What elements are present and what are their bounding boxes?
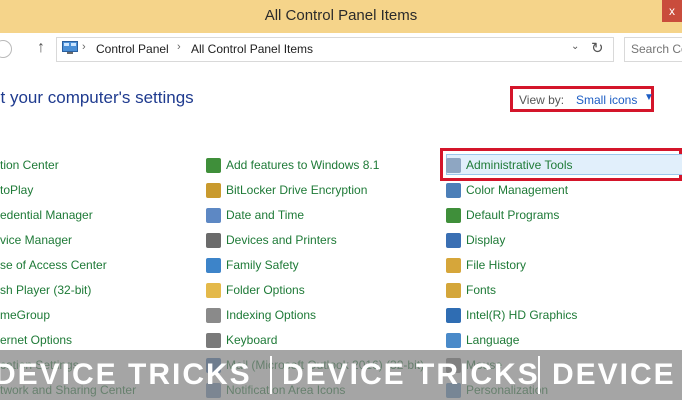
windows-features-icon bbox=[206, 158, 221, 173]
printer-icon bbox=[206, 233, 221, 248]
forward-button[interactable] bbox=[0, 40, 12, 58]
item-label: meGroup bbox=[0, 308, 51, 322]
item-label: BitLocker Drive Encryption bbox=[226, 183, 368, 197]
watermark-text: DEVICE TRICKS bbox=[282, 358, 540, 391]
bitlocker-icon bbox=[206, 183, 221, 198]
breadcrumb-separator: › bbox=[177, 41, 181, 53]
breadcrumb-separator: › bbox=[82, 41, 86, 53]
address-bar[interactable]: › Control Panel › All Control Panel Item… bbox=[56, 37, 614, 62]
view-by-selector[interactable]: View by: Small icons ▼ bbox=[510, 86, 654, 112]
item-label: vice Manager bbox=[0, 233, 73, 247]
search-box[interactable] bbox=[624, 37, 682, 62]
item-label: Intel(R) HD Graphics bbox=[466, 308, 578, 322]
item-label: Color Management bbox=[466, 183, 569, 197]
item-label: toPlay bbox=[0, 183, 34, 197]
watermark-divider bbox=[270, 356, 272, 394]
item-label: Administrative Tools bbox=[466, 158, 573, 172]
display-icon bbox=[446, 233, 461, 248]
chevron-down-icon[interactable]: ⌄ bbox=[571, 41, 579, 52]
clock-icon bbox=[206, 208, 221, 223]
item-label: Indexing Options bbox=[226, 308, 317, 322]
title-bar: All Control Panel Items x bbox=[0, 0, 682, 33]
view-by-value[interactable]: Small icons bbox=[576, 93, 637, 107]
watermark-divider bbox=[538, 356, 540, 394]
file-history-icon bbox=[446, 258, 461, 273]
item-label: se of Access Center bbox=[0, 258, 107, 272]
watermark-text: DEVICE TRICKS bbox=[552, 358, 682, 391]
color-management-icon bbox=[446, 183, 461, 198]
control-panel-icon bbox=[62, 41, 78, 54]
item-label: Devices and Printers bbox=[226, 233, 337, 247]
refresh-icon[interactable]: ↻ bbox=[591, 39, 604, 57]
item-label: ernet Options bbox=[0, 333, 73, 347]
item-label: Default Programs bbox=[466, 208, 560, 222]
close-button[interactable]: x bbox=[662, 0, 682, 22]
fonts-icon bbox=[446, 283, 461, 298]
language-icon bbox=[446, 333, 461, 348]
watermark-text: DEVICE TRICKS bbox=[0, 358, 252, 391]
page-title: st your computer's settings bbox=[0, 88, 194, 107]
item-label: Add features to Windows 8.1 bbox=[226, 158, 380, 172]
view-by-label: View by: bbox=[519, 93, 565, 107]
search-input[interactable] bbox=[631, 39, 682, 58]
item-label: Language bbox=[466, 333, 520, 347]
breadcrumb-all-items[interactable]: All Control Panel Items bbox=[191, 42, 313, 56]
indexing-icon bbox=[206, 308, 221, 323]
keyboard-icon bbox=[206, 333, 221, 348]
item-label: Folder Options bbox=[226, 283, 305, 297]
family-safety-icon bbox=[206, 258, 221, 273]
address-row: ↑ › Control Panel › All Control Panel It… bbox=[0, 33, 682, 66]
intel-graphics-icon bbox=[446, 308, 461, 323]
window-title: All Control Panel Items bbox=[264, 7, 418, 24]
item-label: edential Manager bbox=[0, 208, 93, 222]
admin-tools-icon bbox=[446, 158, 461, 173]
watermark-band: DEVICE TRICKS DEVICE TRICKS DEVICE TRICK… bbox=[0, 350, 682, 400]
item-label: Keyboard bbox=[226, 333, 278, 347]
item-label: File History bbox=[466, 258, 527, 272]
item-label: Fonts bbox=[466, 283, 497, 297]
item-label: Family Safety bbox=[226, 258, 299, 272]
folder-icon bbox=[206, 283, 221, 298]
up-arrow-icon[interactable]: ↑ bbox=[37, 39, 45, 57]
item-label: Display bbox=[466, 233, 506, 247]
breadcrumb-control-panel[interactable]: Control Panel bbox=[96, 42, 169, 56]
default-programs-icon bbox=[446, 208, 461, 223]
dropdown-arrow-icon[interactable]: ▼ bbox=[644, 92, 654, 103]
item-label: Date and Time bbox=[226, 208, 305, 222]
item-label: tion Center bbox=[0, 158, 59, 172]
item-label: sh Player (32-bit) bbox=[0, 283, 92, 297]
